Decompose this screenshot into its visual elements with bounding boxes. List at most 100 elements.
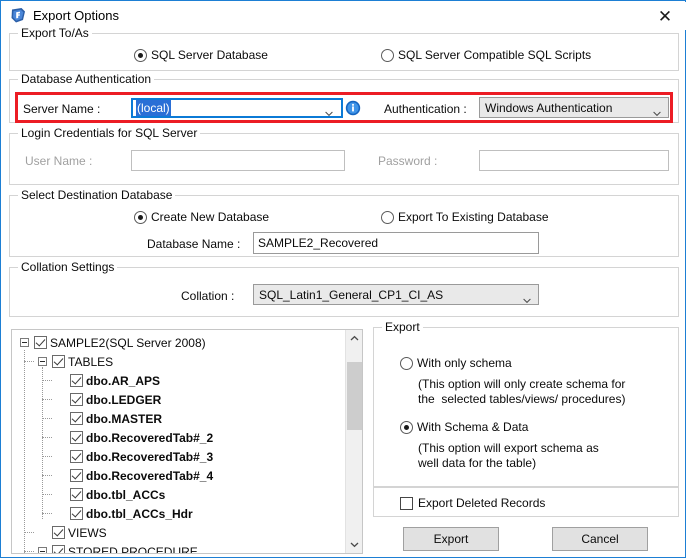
tree-row[interactable]: SAMPLE2(SQL Server 2008): [12, 333, 345, 352]
tree-checkbox[interactable]: [70, 431, 83, 444]
radio-indicator: [400, 356, 413, 370]
tree-row[interactable]: dbo.RecoveredTab#_3: [12, 447, 345, 466]
tree-item-label: dbo.LEDGER: [86, 392, 162, 407]
collation-value: SQL_Latin1_General_CP1_CI_AS: [259, 287, 444, 302]
tree-guide-tick: [24, 551, 34, 552]
tree-item-label: SAMPLE2(SQL Server 2008): [50, 335, 206, 350]
scroll-thumb[interactable]: [347, 362, 362, 431]
user-name-input[interactable]: [131, 150, 345, 171]
tree-row[interactable]: dbo.AR_APS: [12, 371, 345, 390]
tree-checkbox[interactable]: [52, 526, 65, 539]
tree-item-label: dbo.tbl_ACCs: [86, 487, 166, 502]
tree-collapse-icon[interactable]: [38, 547, 47, 553]
server-name-label: Server Name :: [23, 102, 101, 116]
scroll-down-icon[interactable]: [346, 536, 362, 553]
tree-item-label: dbo.RecoveredTab#_3: [86, 449, 214, 464]
radio-sql-scripts[interactable]: SQL Server Compatible SQL Scripts: [381, 48, 591, 62]
radio-label: With Schema & Data: [417, 420, 529, 434]
radio-create-new-database[interactable]: Create New Database: [134, 210, 269, 224]
database-name-input[interactable]: SAMPLE2_Recovered: [253, 232, 539, 254]
tree-guide-tick: [24, 361, 34, 362]
server-name-combobox[interactable]: (local): [131, 98, 343, 118]
object-tree-view[interactable]: SAMPLE2(SQL Server 2008) TABLES dbo.AR_APS…: [11, 329, 363, 554]
tree-guide-tick: [42, 475, 52, 476]
tree-item-label: dbo.AR_APS: [86, 373, 161, 388]
tree-guide-tick: [42, 437, 52, 438]
password-input[interactable]: [479, 150, 669, 171]
tree-checkbox[interactable]: [52, 355, 65, 368]
tree-row-list: SAMPLE2(SQL Server 2008) TABLES dbo.AR_APS…: [12, 333, 345, 554]
tree-row[interactable]: VIEWS: [12, 523, 345, 542]
close-icon[interactable]: ✕: [648, 4, 682, 28]
with-only-schema-description-line1: (This option will only create schema for: [418, 377, 626, 391]
tree-checkbox[interactable]: [70, 469, 83, 482]
tree-checkbox[interactable]: [34, 336, 47, 349]
tree-checkbox[interactable]: [70, 374, 83, 387]
collation-combobox[interactable]: SQL_Latin1_General_CP1_CI_AS: [253, 284, 539, 305]
radio-sql-server-database[interactable]: SQL Server Database: [134, 48, 268, 62]
scroll-up-icon[interactable]: [346, 330, 362, 347]
tree-item-label: dbo.RecoveredTab#_4: [86, 468, 214, 483]
radio-label: Export To Existing Database: [398, 210, 549, 224]
tree-row[interactable]: dbo.MASTER: [12, 409, 345, 428]
database-name-value: SAMPLE2_Recovered: [258, 236, 379, 250]
radio-indicator: [134, 48, 147, 62]
with-only-schema-description-line2: the selected tables/views/ procedures): [418, 392, 626, 406]
radio-indicator: [400, 420, 413, 434]
tree-row[interactable]: dbo.tbl_ACCs_Hdr: [12, 504, 345, 523]
tree-guide-tick: [42, 513, 52, 514]
radio-indicator: [381, 210, 394, 224]
server-name-value: (local): [136, 100, 171, 116]
cancel-button[interactable]: Cancel: [552, 527, 648, 551]
radio-with-only-schema[interactable]: With only schema: [400, 356, 512, 370]
tree-collapse-icon[interactable]: [20, 338, 29, 347]
tree-checkbox[interactable]: [52, 545, 65, 553]
tree-guide-tick: [42, 380, 52, 381]
tree-collapse-icon[interactable]: [38, 357, 47, 366]
radio-label: With only schema: [417, 356, 512, 370]
chevron-down-icon: [325, 106, 333, 116]
tree-item-label: TABLES: [68, 354, 114, 369]
tree-checkbox[interactable]: [70, 488, 83, 501]
destination-database-legend: Select Destination Database: [18, 188, 176, 202]
info-icon[interactable]: [345, 100, 361, 116]
tree-scrollbar[interactable]: [345, 330, 362, 553]
radio-label: Create New Database: [151, 210, 270, 224]
tree-row[interactable]: dbo.RecoveredTab#_4: [12, 466, 345, 485]
tree-checkbox[interactable]: [70, 450, 83, 463]
tree-item-label: dbo.RecoveredTab#_2: [86, 430, 214, 445]
tree-item-label: STORED PROCEDURE: [68, 544, 198, 554]
checkbox-label: Export Deleted Records: [418, 496, 546, 510]
tree-checkbox[interactable]: [70, 507, 83, 520]
tree-guide-tick: [24, 532, 34, 533]
checkbox-indicator: [400, 496, 413, 510]
tree-row[interactable]: TABLES: [12, 352, 345, 371]
database-authentication-legend: Database Authentication: [18, 72, 155, 86]
with-schema-and-data-description-line2: well data for the table): [418, 456, 537, 470]
radio-with-schema-and-data[interactable]: With Schema & Data: [400, 420, 528, 434]
export-button[interactable]: Export: [403, 527, 499, 551]
tree-item-label: dbo.tbl_ACCs_Hdr: [86, 506, 193, 521]
chevron-down-icon: [523, 293, 531, 303]
chevron-down-icon: [653, 106, 661, 116]
tree-checkbox[interactable]: [70, 412, 83, 425]
cancel-button-label: Cancel: [581, 532, 619, 546]
title-bar: Export Options ✕: [2, 2, 686, 30]
checkbox-export-deleted-records[interactable]: Export Deleted Records: [400, 496, 545, 510]
authentication-combobox[interactable]: Windows Authentication: [479, 97, 669, 118]
export-button-label: Export: [433, 532, 469, 546]
tree-checkbox[interactable]: [70, 393, 83, 406]
tree-row[interactable]: STORED PROCEDURE: [12, 542, 345, 554]
database-name-label: Database Name :: [147, 237, 241, 251]
tree-guide-tick: [42, 456, 52, 457]
radio-export-existing-database[interactable]: Export To Existing Database: [381, 210, 549, 224]
export-to-as-legend: Export To/As: [18, 26, 92, 40]
radio-indicator: [381, 48, 394, 62]
export-options-legend: Export: [382, 320, 423, 334]
tree-guide-tick: [42, 399, 52, 400]
login-credentials-legend: Login Credentials for SQL Server: [18, 126, 201, 140]
tree-row[interactable]: dbo.LEDGER: [12, 390, 345, 409]
tree-row[interactable]: dbo.RecoveredTab#_2: [12, 428, 345, 447]
tree-row[interactable]: dbo.tbl_ACCs: [12, 485, 345, 504]
user-name-label: User Name :: [25, 154, 93, 168]
